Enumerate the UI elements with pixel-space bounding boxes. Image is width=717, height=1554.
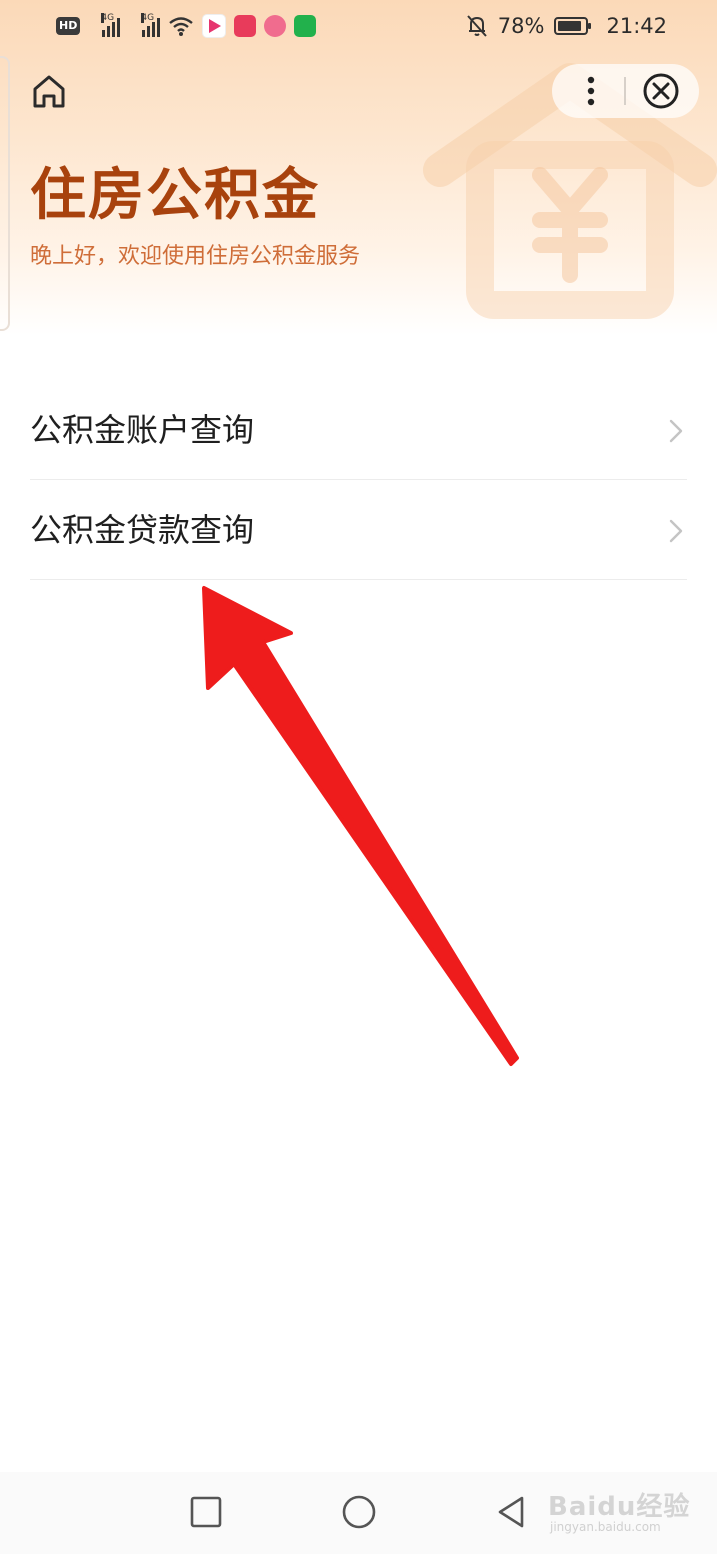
page-title: 住房公积金 [30,163,320,228]
menu-item-account-query[interactable]: 公积金账户查询 [30,380,687,480]
close-button[interactable] [626,64,699,118]
tv-app-icon [234,15,257,37]
menu-item-label: 公积金贷款查询 [30,511,255,549]
signal-icon: 4G [101,13,121,37]
home-button[interactable] [30,72,68,110]
home-nav-button[interactable] [339,1492,379,1532]
clock: 21:42 [606,14,667,38]
triangle-back-icon [498,1496,524,1528]
mute-bell-icon [467,15,487,37]
video-app-icon [202,14,227,38]
mini-program-capsule [552,64,699,118]
close-circle-icon [643,73,679,109]
chevron-right-icon [669,519,683,543]
chevron-right-icon [669,419,683,443]
signal-icon: 4G [141,13,161,37]
recents-button[interactable] [186,1492,226,1532]
circle-icon [342,1495,376,1529]
status-bar: HD 4G 4G 78% 21:42 [0,0,717,54]
menu-item-label: 公积金账户查询 [30,411,255,449]
side-drawer-handle[interactable] [0,56,10,331]
baidu-jingyan-watermark: Baidu经验 jingyan.baidu.com [548,1492,691,1534]
menu-item-loan-query[interactable]: 公积金贷款查询 [30,480,687,580]
green-app-icon [294,15,317,37]
more-button[interactable] [552,64,626,118]
battery-icon [554,17,592,35]
hd-badge: HD [56,17,81,35]
greeting-subtitle: 晚上好，欢迎使用住房公积金服务 [30,244,361,269]
square-icon [190,1496,222,1528]
battery-percent: 78% [497,14,545,38]
wifi-icon [169,17,194,36]
back-button[interactable] [492,1492,532,1532]
more-vertical-icon [587,76,595,106]
music-app-icon [264,15,287,37]
home-icon [33,75,65,108]
